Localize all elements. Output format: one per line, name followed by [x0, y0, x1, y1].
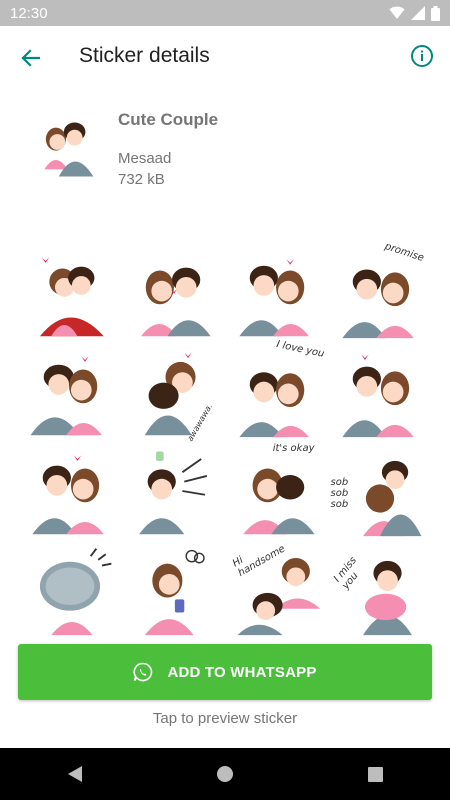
sticker-grid: promise awawawa. I love you it's okay so… — [18, 243, 432, 639]
sticker-caption: sob sob sob — [330, 477, 349, 510]
status-icons — [389, 5, 440, 21]
status-time: 12:30 — [10, 4, 48, 22]
signal-icon — [411, 6, 425, 20]
sticker-item[interactable] — [18, 243, 122, 342]
page-title: Sticker details — [79, 44, 210, 67]
sticker-item[interactable]: Hi handsome — [225, 540, 329, 639]
sticker-item[interactable] — [122, 540, 226, 639]
status-bar: 12:30 — [0, 0, 450, 26]
sticker-item[interactable] — [18, 540, 122, 639]
add-to-whatsapp-button[interactable]: ADD TO WHATSAPP — [18, 644, 432, 700]
nav-back-icon — [68, 766, 82, 782]
nav-recents-icon — [367, 766, 383, 782]
sticker-item[interactable] — [122, 243, 226, 342]
back-button[interactable] — [14, 42, 46, 74]
nav-back-button[interactable] — [55, 754, 95, 794]
app-bar: Sticker details — [0, 26, 450, 88]
sticker-item[interactable]: promise — [329, 243, 433, 342]
nav-home-button[interactable] — [205, 754, 245, 794]
sticker-item[interactable]: I miss you — [329, 540, 433, 639]
sticker-item[interactable] — [122, 441, 226, 540]
sticker-item[interactable]: it's okay — [225, 441, 329, 540]
sticker-details-screen: 12:30 Sticker details Cute Couple Mesaad… — [0, 0, 450, 800]
pack-size: 732 kB — [118, 171, 165, 188]
sticker-item[interactable] — [18, 342, 122, 441]
nav-home-icon — [217, 766, 233, 782]
sticker-caption: it's okay — [272, 443, 315, 454]
info-icon — [411, 45, 433, 67]
sticker-item[interactable] — [329, 342, 433, 441]
pack-header: Cute Couple Mesaad 732 kB — [0, 100, 450, 200]
couple-tray-icon — [30, 106, 102, 178]
sticker-item[interactable] — [18, 441, 122, 540]
info-button[interactable] — [408, 42, 436, 70]
sticker-item[interactable]: awawawa. — [122, 342, 226, 443]
battery-icon — [431, 5, 440, 21]
pack-publisher: Mesaad — [118, 150, 172, 167]
wifi-icon — [389, 6, 405, 19]
system-nav-bar — [0, 748, 450, 800]
whatsapp-icon — [133, 662, 153, 682]
nav-recents-button[interactable] — [355, 754, 395, 794]
pack-name: Cute Couple — [118, 110, 219, 129]
sticker-item[interactable]: sob sob sob — [329, 441, 433, 540]
sticker-item[interactable]: I love you — [225, 339, 329, 441]
add-button-label: ADD TO WHATSAPP — [167, 663, 317, 681]
preview-hint: Tap to preview sticker — [152, 710, 298, 727]
arrow-back-icon — [21, 49, 40, 67]
sticker-item[interactable] — [225, 243, 329, 342]
